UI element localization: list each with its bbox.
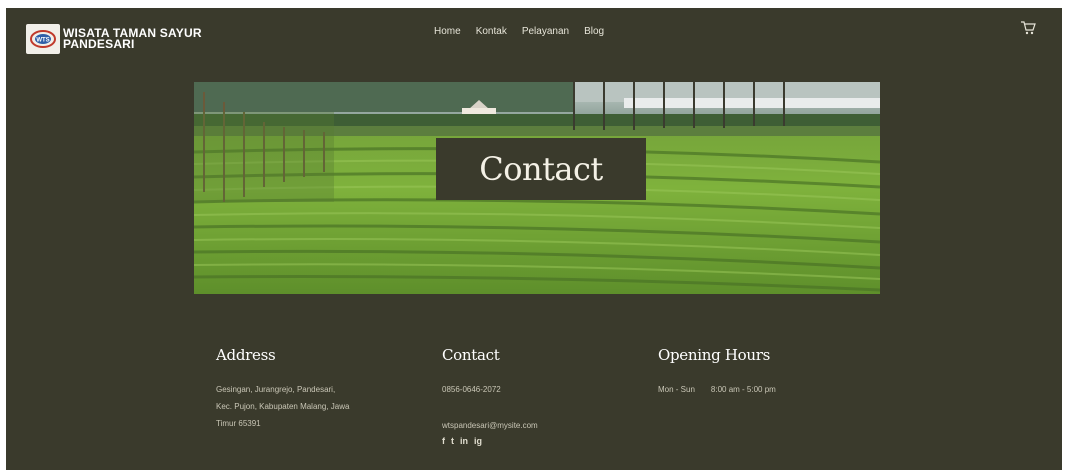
address-heading: Address (216, 346, 276, 364)
contact-phone[interactable]: 0856-0646-2072 (442, 381, 632, 398)
nav-item-home[interactable]: Home (434, 26, 461, 37)
nav-item-kontak[interactable]: Kontak (476, 26, 507, 37)
address-line-3: Timur 65391 (216, 419, 261, 428)
opening-hours-heading: Opening Hours (658, 346, 771, 364)
brand-name-line2: PANDESARI (63, 37, 135, 51)
hero-title-box: Contact (436, 138, 646, 200)
instagram-icon[interactable]: ig (474, 436, 482, 446)
svg-text:WTS: WTS (36, 38, 49, 44)
main-nav: Home Kontak Pelayanan Blog (434, 26, 604, 37)
contact-heading: Contact (442, 346, 500, 364)
logo-badge: WTS (26, 24, 60, 54)
opening-hours-row: Mon - Sun 8:00 am - 5:00 pm (658, 381, 858, 398)
opening-hours-days: Mon - Sun (658, 385, 695, 394)
nav-item-pelayanan[interactable]: Pelayanan (522, 26, 569, 37)
page: WTS WISATA TAMAN SAYUR PANDESARI Home Ko… (6, 8, 1062, 470)
linkedin-icon[interactable]: in (460, 436, 468, 446)
opening-hours-time: 8:00 am - 5:00 pm (710, 385, 776, 394)
hero-title: Contact (479, 150, 603, 188)
site-logo[interactable]: WTS WISATA TAMAN SAYUR PANDESARI (26, 24, 202, 54)
address-line-1: Gesingan, Jurangrejo, Pandesari, (216, 385, 336, 394)
address-line-2: Kec. Pujon, Kabupaten Malang, Jawa (216, 402, 350, 411)
address-section: Address Gesingan, Jurangrejo, Pandesari,… (216, 346, 416, 432)
logo-emblem-icon: WTS (30, 30, 56, 48)
opening-hours-section: Opening Hours Mon - Sun 8:00 am - 5:00 p… (658, 346, 858, 398)
social-links: f t in ig (442, 436, 632, 446)
contact-section: Contact 0856-0646-2072 wtspandesari@mysi… (442, 346, 632, 446)
nav-item-blog[interactable]: Blog (584, 26, 604, 37)
contact-email[interactable]: wtspandesari@mysite.com (442, 417, 632, 434)
brand-name: WISATA TAMAN SAYUR PANDESARI (63, 27, 202, 51)
twitter-icon[interactable]: t (451, 436, 454, 446)
facebook-icon[interactable]: f (442, 436, 445, 446)
hero-image: Contact (194, 82, 880, 294)
cart-icon[interactable] (1020, 20, 1036, 41)
